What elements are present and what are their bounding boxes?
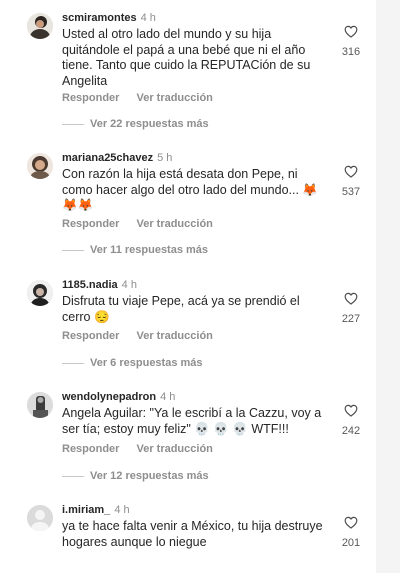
replies-line bbox=[62, 362, 84, 364]
default-user-icon bbox=[27, 505, 53, 531]
comment-actions: Responder Ver traducción bbox=[62, 218, 230, 230]
comment-username[interactable]: wendolynepadron 4 h bbox=[62, 391, 175, 403]
comment-actions: Responder Ver traducción bbox=[62, 443, 230, 455]
comment-username[interactable]: i.miriam_ 4 h bbox=[62, 504, 130, 516]
comment-text: ya te hace falta venir a México, tu hija… bbox=[62, 519, 323, 549]
like-count: 537 bbox=[341, 186, 361, 198]
view-replies-button[interactable]: Ver 11 respuestas más bbox=[62, 244, 208, 256]
heart-icon[interactable] bbox=[344, 165, 358, 178]
comment-text: Angela Aguilar: "Ya le escribí a la Cazz… bbox=[62, 406, 322, 436]
comment-time: 4 h bbox=[114, 504, 130, 516]
avatar[interactable] bbox=[27, 392, 53, 418]
comment-time: 5 h bbox=[157, 152, 173, 164]
translate-button[interactable]: Ver traducción bbox=[136, 218, 212, 230]
user-photo-icon bbox=[27, 13, 53, 39]
comment-actions: Responder Ver traducción bbox=[62, 92, 230, 104]
reply-button[interactable]: Responder bbox=[62, 92, 119, 104]
comment-username[interactable]: mariana25chavez 5 h bbox=[62, 152, 172, 164]
scroll-gutter bbox=[376, 0, 400, 573]
user-photo-icon bbox=[27, 392, 53, 418]
user-photo-icon bbox=[27, 153, 53, 179]
avatar[interactable] bbox=[27, 280, 53, 306]
like-count: 201 bbox=[341, 537, 361, 549]
reply-button[interactable]: Responder bbox=[62, 330, 119, 342]
heart-icon[interactable] bbox=[344, 25, 358, 38]
avatar[interactable] bbox=[27, 505, 53, 531]
translate-button[interactable]: Ver traducción bbox=[136, 92, 212, 104]
view-replies-button[interactable]: Ver 22 respuestas más bbox=[62, 118, 209, 130]
comment-text: Con razón la hija está desata don Pepe, … bbox=[62, 167, 318, 212]
heart-icon[interactable] bbox=[344, 404, 358, 417]
comment-actions: Responder Ver traducción bbox=[62, 330, 230, 342]
comment-time: 4 h bbox=[140, 12, 156, 24]
comment-time: 4 h bbox=[121, 279, 137, 291]
view-replies-button[interactable]: Ver 6 respuestas más bbox=[62, 357, 203, 369]
heart-icon[interactable] bbox=[344, 292, 358, 305]
replies-line bbox=[62, 123, 84, 125]
like-count: 242 bbox=[341, 425, 361, 437]
view-replies-button[interactable]: Ver 12 respuestas más bbox=[62, 470, 209, 482]
translate-button[interactable]: Ver traducción bbox=[136, 330, 212, 342]
reply-button[interactable]: Responder bbox=[62, 218, 119, 230]
like-count: 316 bbox=[341, 46, 361, 58]
like-count: 227 bbox=[341, 313, 361, 325]
user-photo-icon bbox=[27, 280, 53, 306]
comment-text: Usted al otro lado del mundo y su hija q… bbox=[62, 27, 311, 88]
comment-username[interactable]: 1185.nadia 4 h bbox=[62, 279, 137, 291]
comment-username[interactable]: scmiramontes 4 h bbox=[62, 12, 156, 24]
avatar[interactable] bbox=[27, 153, 53, 179]
translate-button[interactable]: Ver traducción bbox=[136, 443, 212, 455]
comment-time: 4 h bbox=[160, 391, 176, 403]
reply-button[interactable]: Responder bbox=[62, 443, 119, 455]
replies-line bbox=[62, 475, 84, 477]
heart-icon[interactable] bbox=[344, 516, 358, 529]
avatar[interactable] bbox=[27, 13, 53, 39]
replies-line bbox=[62, 249, 84, 251]
comment-text: Disfruta tu viaje Pepe, acá ya se prendi… bbox=[62, 294, 300, 324]
